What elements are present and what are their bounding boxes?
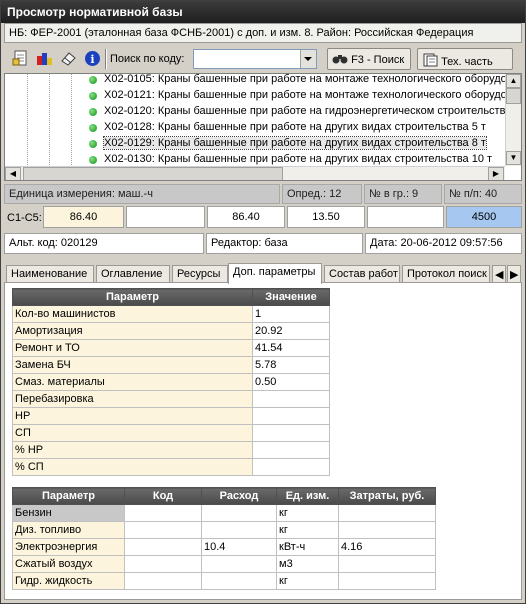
toolbar-separator [105,49,107,69]
cost-c5 [367,206,444,228]
main-window: Просмотр нормативной базы НБ: ФЕР-2001 (… [0,0,526,604]
column-header: Затраты, руб. [338,487,436,505]
status-dot-icon [89,92,97,100]
table-row[interactable]: % НР [12,441,330,459]
tree-item[interactable]: Х02-0128: Краны башенные при работе на д… [5,120,505,136]
cost-c1: 86.40 [43,206,124,228]
eraser-icon[interactable] [59,49,78,68]
table-row[interactable]: Амортизация 20.92 [12,322,330,340]
column-header: Параметр [12,288,253,306]
status-dot-icon [89,140,97,148]
table-row[interactable]: Диз. топливо кг [12,521,436,539]
tab-name[interactable]: Наименование [6,265,94,283]
info-icon[interactable]: i [83,49,102,68]
search-label: Поиск по коду: [110,53,185,65]
search-code-combo[interactable] [193,49,317,69]
table-row[interactable]: Сжатый воздух м3 [12,555,436,573]
table-row[interactable]: % СП [12,458,330,476]
tab-resources[interactable]: Ресурсы [172,265,228,283]
tree-item[interactable]: Х02-0121: Краны башенные при работе на м… [5,88,507,104]
tree-item[interactable]: Х02-0105: Краны башенные при работе на м… [5,74,507,88]
extra-params-panel: Параметр Значение Кол-во машинистов 1 Амо… [4,282,522,600]
table-row[interactable]: Перебазировка [12,390,330,408]
cost-c6: 4500 [446,206,522,228]
defined-count: Опред.: 12 [282,184,362,204]
tree-item[interactable]: Х02-0120: Краны башенные при работе на г… [5,104,511,120]
table-row[interactable]: Ремонт и ТО 41.54 [12,339,330,357]
editor-field: Редактор: база [206,233,363,254]
tab-search-log[interactable]: Протокол поиск [402,265,490,283]
tree-horizontal-scrollbar[interactable]: ◀ ▶ [5,166,505,180]
costs-label: С1-С5: [7,212,42,224]
scroll-thumb[interactable] [506,88,521,104]
table-row[interactable]: СП [12,424,330,442]
chart-icon[interactable] [35,49,54,68]
find-button-label: F3 - Поиск [351,54,405,66]
tech-part-label: Тех. часть [441,56,493,68]
table-row[interactable]: Гидр. жидкость кг [12,572,436,590]
list-number: № п/п: 40 [444,184,522,204]
params-table: Параметр Значение Кол-во машинистов 1 Амо… [12,288,330,476]
column-header: Параметр [12,487,125,505]
toolbar: i Поиск по коду: F3 - Поиск Тех. часть [3,46,523,72]
scroll-up-icon[interactable]: ▲ [506,74,521,88]
table-row[interactable]: Бензин кг [12,504,436,522]
table-row[interactable]: Электроэнергия 10.4 кВт-ч 4.16 [12,538,436,556]
status-dot-icon [89,156,97,164]
tab-contents[interactable]: Оглавление [96,265,170,283]
table-header: Параметр Код Расход Ед. изм. Затраты, ру… [12,487,436,505]
binoculars-icon [332,55,348,64]
cost-c2 [126,206,205,228]
catalog-tree[interactable]: Х02-0105: Краны башенные при работе на м… [4,73,522,181]
scroll-right-icon[interactable]: ▶ [488,167,504,180]
tree-item-selected[interactable]: Х02-0129: Краны башенные при работе на д… [5,136,505,152]
column-header: Ед. изм. [276,487,339,505]
scroll-thumb[interactable] [23,167,283,180]
table-row[interactable]: Кол-во машинистов 1 [12,305,330,323]
status-dot-icon [89,108,97,116]
column-header: Значение [252,288,330,306]
table-row[interactable]: НР [12,407,330,425]
book-icon [423,53,438,67]
tree-vertical-scrollbar[interactable]: ▲ ▼ [505,74,521,166]
status-dot-icon [89,76,97,84]
tab-extra-params[interactable]: Доп. параметры [228,263,322,284]
column-header: Код [124,487,202,505]
column-header: Расход [201,487,277,505]
scroll-down-icon[interactable]: ▼ [506,151,521,165]
tab-scroll-left-icon[interactable]: ◀ [492,265,506,283]
svg-text:i: i [90,53,94,66]
unit-field: Единица измерения: маш.-ч [4,184,280,204]
cost-c3: 86.40 [207,206,285,228]
resources-table: Параметр Код Расход Ед. изм. Затраты, ру… [12,487,436,590]
dropdown-arrow-icon[interactable] [300,50,316,68]
find-button[interactable]: F3 - Поиск [327,48,411,70]
table-header: Параметр Значение [12,288,330,306]
tab-strip: Наименование Оглавление Ресурсы Доп. пар… [4,263,522,284]
document-icon[interactable] [11,49,30,68]
cost-c4: 13.50 [287,206,365,228]
tab-work-composition[interactable]: Состав работ [324,265,400,283]
table-row[interactable]: Замена БЧ 5.78 [12,356,330,374]
status-dot-icon [89,124,97,132]
database-header: НБ: ФЕР-2001 (эталонная база ФСНБ-2001) … [4,23,522,43]
group-number: № в гр.: 9 [364,184,442,204]
tab-scroll-right-icon[interactable]: ▶ [507,265,521,283]
window-title: Просмотр нормативной базы [1,1,525,23]
tech-part-button[interactable]: Тех. часть [417,48,513,70]
scroll-left-icon[interactable]: ◀ [5,167,21,180]
alt-code-field: Альт. код: 020129 [4,233,204,254]
date-field: Дата: 20-06-2012 09:57:56 [365,233,522,254]
table-row[interactable]: Смаз. материалы 0.50 [12,373,330,391]
